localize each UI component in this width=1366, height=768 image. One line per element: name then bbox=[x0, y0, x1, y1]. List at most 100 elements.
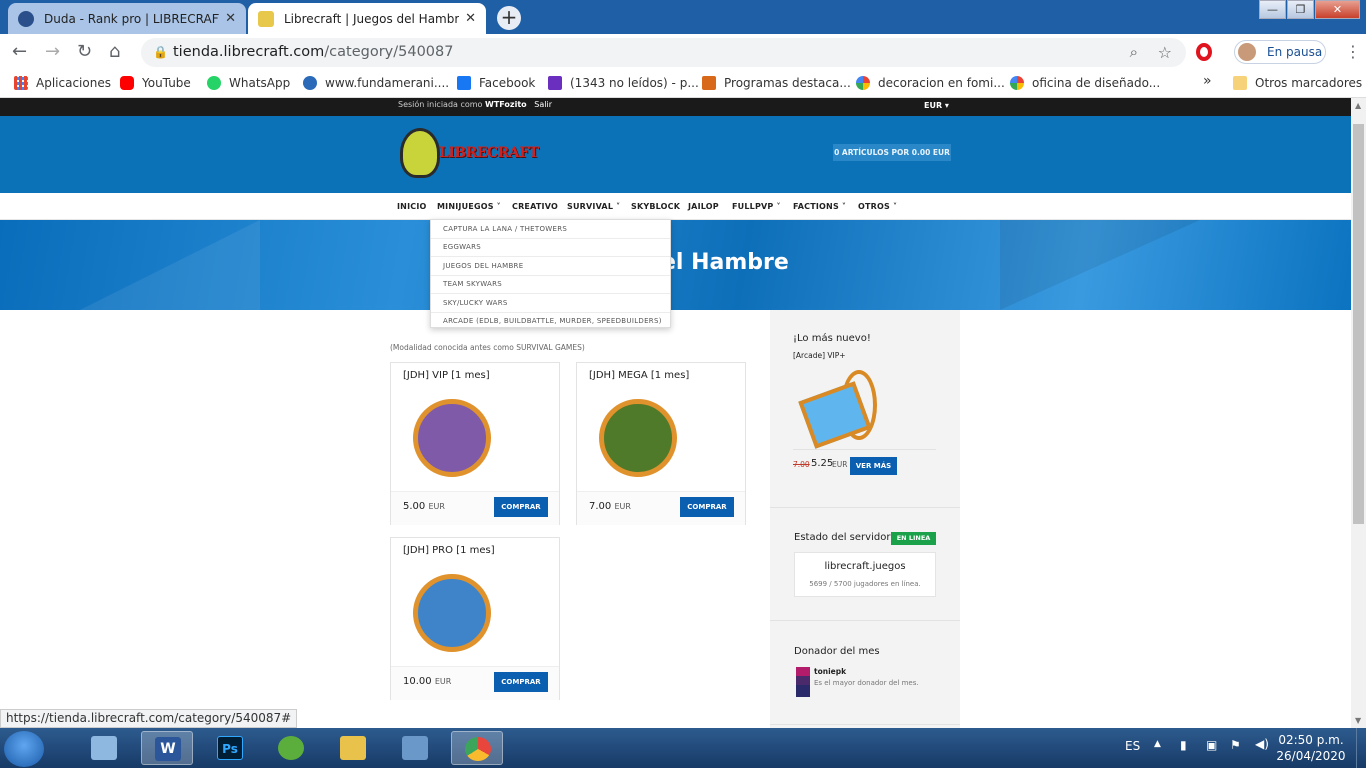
product-price: 10.00 EUR bbox=[403, 676, 452, 687]
home-icon[interactable]: ⌂ bbox=[109, 41, 120, 62]
librecraft-favicon bbox=[18, 10, 34, 27]
product-image[interactable] bbox=[599, 399, 677, 477]
vip-plus-image[interactable] bbox=[798, 370, 883, 449]
product-title[interactable]: [JDH] MEGA [1 mes] bbox=[589, 370, 689, 381]
banner-pattern bbox=[1000, 220, 1200, 310]
reload-icon[interactable]: ↻ bbox=[77, 41, 92, 62]
bookmark-whatsapp[interactable]: WhatsApp bbox=[207, 76, 290, 90]
nav-minijuegos[interactable]: MINIJUEGOS ˅ bbox=[437, 202, 501, 211]
cart-button[interactable]: 0 ARTÍCULOS POR 0.00 EUR bbox=[833, 144, 951, 161]
scroll-thumb[interactable] bbox=[1353, 124, 1364, 524]
minimize-button[interactable]: — bbox=[1259, 0, 1286, 19]
dropdown-item[interactable]: ARCADE (EDLB, BUILDBATTLE, MURDER, SPEED… bbox=[443, 317, 662, 325]
product-card: [JDH] MEGA [1 mes] 7.00 EUR COMPRAR bbox=[576, 362, 746, 525]
currency-select[interactable]: EUR ▾ bbox=[924, 101, 949, 110]
close-tab-icon[interactable]: ✕ bbox=[225, 11, 236, 26]
bookmark-decoracion[interactable]: decoracion en fomi... bbox=[856, 76, 1005, 90]
nav-factions[interactable]: FACTIONS ˅ bbox=[793, 202, 846, 211]
logout-link[interactable]: Salir bbox=[534, 100, 552, 109]
product-price: 7.00 EUR bbox=[589, 501, 631, 512]
site-icon bbox=[303, 76, 317, 90]
new-price: 5.25 bbox=[811, 458, 834, 469]
bookmark-fundamerani[interactable]: www.fundamerani.... bbox=[303, 76, 449, 90]
nav-skyblock[interactable]: SKYBLOCK bbox=[631, 202, 680, 211]
nav-fullpvp[interactable]: FULLPVP ˅ bbox=[732, 202, 781, 211]
divider bbox=[770, 620, 960, 621]
dropdown-item[interactable]: SKY/LUCKY WARS bbox=[443, 299, 508, 307]
sidebar: ¡Lo más nuevo! [Arcade] VIP+ 7.00 5.25 E… bbox=[770, 310, 960, 728]
divider bbox=[431, 293, 670, 294]
nav-inicio[interactable]: INICIO bbox=[397, 202, 427, 211]
buy-button[interactable]: COMPRAR bbox=[494, 497, 548, 517]
scroll-up-icon[interactable]: ▲ bbox=[1355, 101, 1361, 110]
banner-pattern bbox=[80, 220, 260, 310]
maximize-button[interactable]: ❐ bbox=[1287, 0, 1314, 19]
nav-survival[interactable]: SURVIVAL ˅ bbox=[567, 202, 620, 211]
dropdown-item[interactable]: CAPTURA LA LANA / THETOWERS bbox=[443, 225, 567, 233]
folder-icon bbox=[1233, 76, 1247, 90]
zoom-icon[interactable]: ⌕ bbox=[1130, 38, 1138, 67]
url-host: tienda.librecraft.com bbox=[173, 44, 325, 60]
server-host[interactable]: librecraft.juegos bbox=[795, 561, 935, 572]
product-image[interactable] bbox=[413, 399, 491, 477]
tray-expand-icon[interactable]: ▲ bbox=[1154, 739, 1161, 749]
nav-creativo[interactable]: CREATIVO bbox=[512, 202, 558, 211]
explorer-taskbar-button[interactable] bbox=[327, 731, 379, 765]
network-taskbar-button[interactable] bbox=[389, 731, 441, 765]
bookmark-facebook[interactable]: Facebook bbox=[457, 76, 535, 90]
lock-icon: 🔒 bbox=[153, 45, 168, 59]
tab-librecraft[interactable]: Librecraft | Juegos del Hambre ✕ bbox=[248, 3, 486, 34]
buy-button[interactable]: COMPRAR bbox=[680, 497, 734, 517]
bookmark-apps[interactable]: Aplicaciones bbox=[14, 76, 111, 90]
nav-otros[interactable]: OTROS ˅ bbox=[858, 202, 897, 211]
product-title[interactable]: [JDH] VIP [1 mes] bbox=[403, 370, 490, 381]
dropdown-item[interactable]: JUEGOS DEL HAMBRE bbox=[443, 262, 523, 270]
corel-taskbar-button[interactable] bbox=[265, 731, 317, 765]
buy-button[interactable]: COMPRAR bbox=[494, 672, 548, 692]
scroll-down-icon[interactable]: ▼ bbox=[1355, 716, 1361, 725]
avatar bbox=[1238, 43, 1256, 61]
close-window-button[interactable]: ✕ bbox=[1315, 0, 1360, 19]
product-image[interactable] bbox=[413, 574, 491, 652]
bookmark-youtube[interactable]: YouTube bbox=[120, 76, 191, 90]
librecraft-logo[interactable]: LIBRECRAFT bbox=[397, 128, 539, 180]
opera-extension-icon[interactable] bbox=[1196, 43, 1212, 61]
other-bookmarks-folder[interactable]: Otros marcadores bbox=[1233, 76, 1362, 90]
new-tab-button[interactable]: + bbox=[497, 6, 521, 30]
view-more-button[interactable]: VER MÁS bbox=[850, 457, 897, 475]
bookmark-oficina[interactable]: oficina de diseñado... bbox=[1010, 76, 1160, 90]
clock[interactable]: 02:50 p.m. 26/04/2020 bbox=[1276, 732, 1346, 764]
more-bookmarks-button[interactable]: » bbox=[1203, 73, 1212, 89]
profile-button[interactable]: En pausa bbox=[1234, 40, 1326, 64]
nav-jailop[interactable]: JAILOP bbox=[688, 202, 719, 211]
close-tab-icon[interactable]: ✕ bbox=[465, 11, 476, 26]
logo-text: LIBRECRAFT bbox=[439, 145, 539, 161]
language-indicator[interactable]: ES bbox=[1125, 739, 1140, 753]
bookmark-star-icon[interactable]: ☆ bbox=[1158, 38, 1172, 67]
bookmark-programas[interactable]: Programas destaca... bbox=[702, 76, 851, 90]
product-price: 5.00 EUR bbox=[403, 501, 445, 512]
volume-icon[interactable]: ◀) bbox=[1255, 737, 1269, 751]
chrome-taskbar-button[interactable] bbox=[451, 731, 503, 765]
bookmark-mail[interactable]: (1343 no leídos) - p... bbox=[548, 76, 699, 90]
newest-item-name[interactable]: [Arcade] VIP+ bbox=[793, 351, 846, 360]
dropdown-item[interactable]: TEAM SKYWARS bbox=[443, 280, 502, 288]
product-title[interactable]: [JDH] PRO [1 mes] bbox=[403, 545, 495, 556]
action-center-flag-icon[interactable]: ⚑ bbox=[1230, 738, 1241, 752]
dropdown-item[interactable]: EGGWARS bbox=[443, 243, 481, 251]
photoshop-taskbar-button[interactable]: Ps bbox=[204, 731, 256, 765]
clock-date: 26/04/2020 bbox=[1276, 749, 1346, 763]
page-scrollbar[interactable]: ▲ ▼ bbox=[1351, 98, 1366, 728]
tab-strip: Duda - Rank pro | LIBRECRAFT » ✕ Librecr… bbox=[0, 0, 1366, 34]
start-button[interactable] bbox=[4, 731, 44, 767]
forward-icon[interactable]: → bbox=[45, 41, 60, 62]
signal-icon[interactable]: ▮ bbox=[1180, 738, 1187, 752]
tab-duda[interactable]: Duda - Rank pro | LIBRECRAFT » ✕ bbox=[8, 3, 246, 34]
menu-dots-icon[interactable]: ⋮ bbox=[1345, 42, 1361, 61]
word-taskbar-button[interactable]: W bbox=[141, 731, 193, 765]
back-icon[interactable]: ← bbox=[12, 41, 27, 62]
show-desktop-button[interactable] bbox=[1356, 728, 1366, 768]
calculator-taskbar-button[interactable] bbox=[78, 731, 130, 765]
device-icon[interactable]: ▣ bbox=[1206, 738, 1217, 752]
address-bar[interactable]: 🔒 tienda.librecraft.com/category/540087 ⌕… bbox=[141, 38, 1186, 67]
